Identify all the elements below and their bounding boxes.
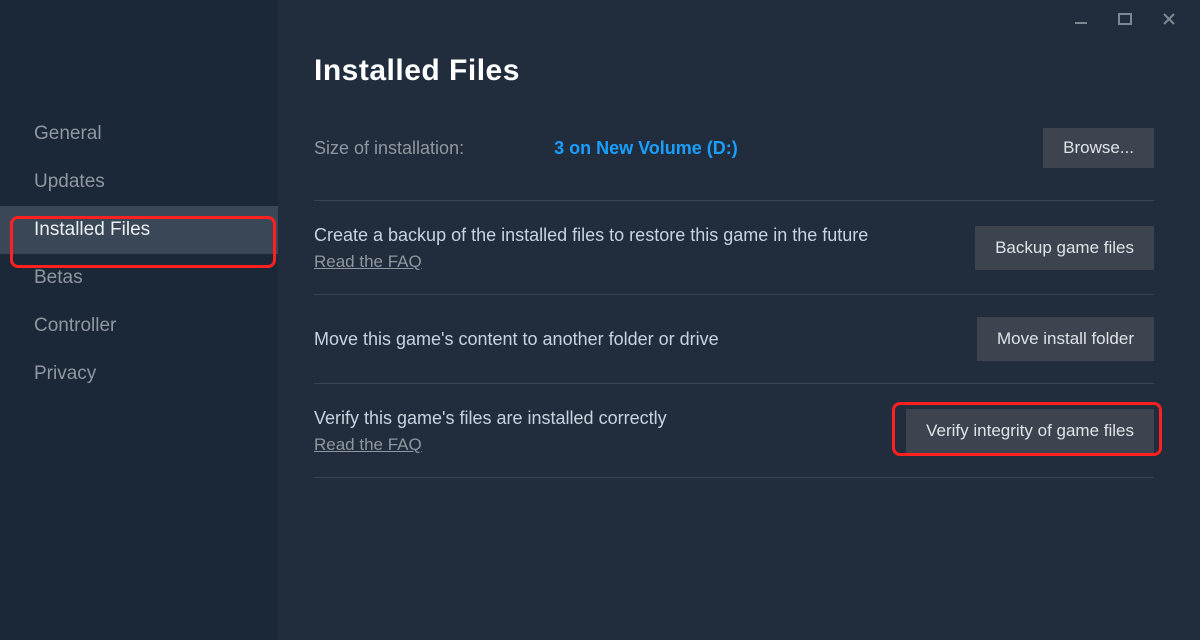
maximize-icon[interactable] (1114, 10, 1136, 28)
size-label: Size of installation: (314, 138, 464, 159)
window-controls (1070, 10, 1180, 28)
page-title: Installed Files (314, 54, 1154, 88)
sidebar-item-label: General (34, 123, 102, 144)
sidebar-item-label: Updates (34, 171, 105, 192)
close-icon[interactable] (1158, 10, 1180, 28)
backup-button[interactable]: Backup game files (975, 226, 1154, 270)
sidebar-item-installed-files[interactable]: Installed Files (0, 206, 278, 254)
move-section: Move this game's content to another fold… (314, 294, 1154, 383)
backup-desc: Create a backup of the installed files t… (314, 223, 945, 248)
section-text: Verify this game's files are installed c… (314, 406, 906, 455)
sidebar: General Updates Installed Files Betas Co… (0, 0, 278, 640)
sidebar-item-updates[interactable]: Updates (0, 158, 278, 206)
backup-section: Create a backup of the installed files t… (314, 200, 1154, 294)
sidebar-item-label: Controller (34, 315, 116, 336)
move-button[interactable]: Move install folder (977, 317, 1154, 361)
main-panel: Installed Files Size of installation: 3 … (278, 0, 1200, 640)
sidebar-item-general[interactable]: General (0, 110, 278, 158)
sidebar-item-label: Betas (34, 267, 83, 288)
sidebar-item-controller[interactable]: Controller (0, 302, 278, 350)
backup-faq-link[interactable]: Read the FAQ (314, 252, 422, 272)
install-location[interactable]: 3 on New Volume (D:) (554, 138, 1043, 159)
sidebar-item-betas[interactable]: Betas (0, 254, 278, 302)
verify-button[interactable]: Verify integrity of game files (906, 409, 1154, 453)
sidebar-item-label: Installed Files (34, 219, 150, 240)
section-text: Move this game's content to another fold… (314, 327, 977, 352)
browse-button[interactable]: Browse... (1043, 128, 1154, 168)
size-row: Size of installation: 3 on New Volume (D… (314, 128, 1154, 168)
move-desc: Move this game's content to another fold… (314, 327, 947, 352)
verify-desc: Verify this game's files are installed c… (314, 406, 876, 431)
section-text: Create a backup of the installed files t… (314, 223, 975, 272)
minimize-icon[interactable] (1070, 10, 1092, 28)
verify-section: Verify this game's files are installed c… (314, 383, 1154, 478)
sidebar-item-privacy[interactable]: Privacy (0, 350, 278, 398)
sidebar-item-label: Privacy (34, 363, 96, 384)
verify-faq-link[interactable]: Read the FAQ (314, 435, 422, 455)
